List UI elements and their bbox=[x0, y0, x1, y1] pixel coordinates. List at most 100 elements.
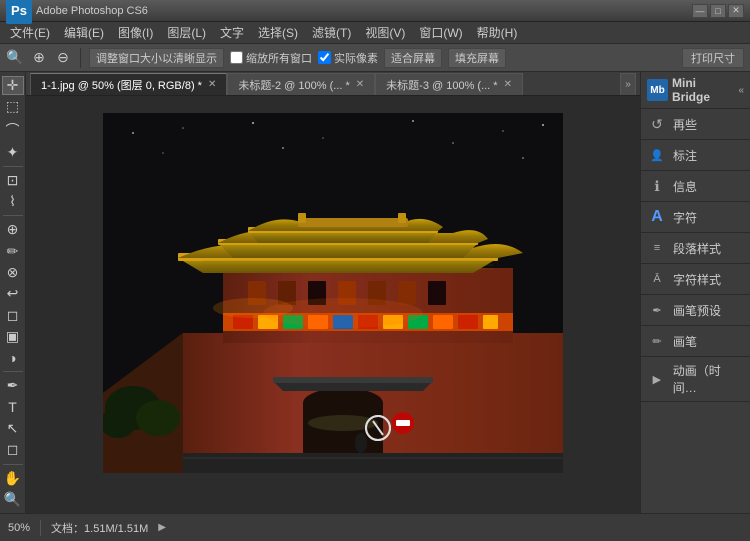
close-button[interactable]: ✕ bbox=[728, 4, 744, 18]
path-select[interactable]: ↖ bbox=[2, 419, 24, 438]
paragraph-style-icon: ≡ bbox=[647, 238, 667, 258]
zoom-level: 50% bbox=[8, 522, 30, 534]
mini-bridge-title: Mini Bridge bbox=[672, 76, 734, 104]
marquee-tool[interactable]: ⬚ bbox=[2, 97, 24, 116]
section-brush-presets[interactable]: ✒ 画笔预设 bbox=[641, 295, 750, 326]
eraser-tool[interactable]: ◻ bbox=[2, 306, 24, 325]
section-paragraph-style[interactable]: ≡ 段落样式 bbox=[641, 233, 750, 264]
info-icon: ℹ bbox=[647, 176, 667, 196]
mini-bridge-icon: Mb bbox=[647, 79, 668, 101]
character-label: 字符 bbox=[673, 209, 697, 226]
eyedropper-tool[interactable]: ⌇ bbox=[2, 192, 24, 211]
fill-screen-button[interactable]: 填充屏幕 bbox=[448, 48, 506, 68]
tab-2[interactable]: 未标题-2 @ 100% (... * ✕ bbox=[227, 73, 375, 95]
brush-presets-icon: ✒ bbox=[647, 300, 667, 320]
maximize-button[interactable]: □ bbox=[710, 4, 726, 18]
tab-3-label: 未标题-3 @ 100% (... * bbox=[386, 77, 497, 93]
main-image bbox=[103, 113, 563, 473]
character-style-icon: Ā bbox=[647, 269, 667, 289]
title-bar-title: Adobe Photoshop CS6 bbox=[36, 5, 148, 17]
healing-tool[interactable]: ⊕ bbox=[2, 220, 24, 239]
panel-collapse-button[interactable]: « bbox=[738, 85, 744, 96]
scrubby-zoom-checkbox[interactable] bbox=[318, 51, 331, 64]
menu-item-5[interactable]: 选择(S) bbox=[252, 22, 304, 43]
magic-wand-tool[interactable]: ✦ bbox=[2, 143, 24, 162]
right-panel-mini-bridge-header: Mb Mini Bridge « bbox=[641, 72, 750, 109]
section-brush[interactable]: ✏ 画笔 bbox=[641, 326, 750, 357]
tab-1-close[interactable]: ✕ bbox=[208, 79, 216, 90]
section-info[interactable]: ℹ 信息 bbox=[641, 171, 750, 202]
animation-icon: ▶ bbox=[647, 369, 667, 389]
section-character[interactable]: A 字符 bbox=[641, 202, 750, 233]
clone-tool[interactable]: ⊗ bbox=[2, 263, 24, 282]
opt-separator-1 bbox=[80, 48, 81, 68]
info-label: 信息 bbox=[673, 178, 697, 195]
tool-separator-1 bbox=[3, 166, 23, 167]
shape-tool[interactable]: ◻ bbox=[2, 440, 24, 459]
zoom-in-icon[interactable]: ⊕ bbox=[30, 49, 48, 67]
section-character-style[interactable]: Ā 字符样式 bbox=[641, 264, 750, 295]
print-size-button[interactable]: 打印尺寸 bbox=[682, 48, 744, 68]
tab-collapse-button[interactable]: » bbox=[620, 73, 636, 95]
left-toolbar: ✛ ⬚ ⌒ ✦ ⊡ ⌇ ⊕ ✏ ⊗ ↩ ◻ ▣ ◑ ✒ T ↖ ◻ ✋ 🔍 bbox=[0, 72, 26, 513]
actual-pixels-button[interactable]: 适合屏幕 bbox=[384, 48, 442, 68]
menu-item-3[interactable]: 图层(L) bbox=[161, 22, 212, 43]
doc-size: 文档：1.51M/1.51M bbox=[51, 520, 148, 536]
gradient-tool[interactable]: ▣ bbox=[2, 327, 24, 346]
history-brush[interactable]: ↩ bbox=[2, 284, 24, 303]
annotation-label: 标注 bbox=[673, 147, 697, 164]
canvas-area: 1-1.jpg @ 50% (图层 0, RGB/8) * ✕ 未标题-2 @ … bbox=[26, 72, 640, 513]
options-bar: 🔍 ⊕ ⊖ 调整窗口大小以清晰显示 缩放所有窗口 实际像素 适合屏幕 填充屏幕 … bbox=[0, 44, 750, 72]
tab-1[interactable]: 1-1.jpg @ 50% (图层 0, RGB/8) * ✕ bbox=[30, 73, 227, 95]
brush-icon: ✏ bbox=[647, 331, 667, 351]
scrubby-zoom-label[interactable]: 实际像素 bbox=[318, 50, 378, 66]
brush-tool[interactable]: ✏ bbox=[2, 242, 24, 261]
minimize-button[interactable]: — bbox=[692, 4, 708, 18]
menu-item-8[interactable]: 窗口(W) bbox=[413, 22, 468, 43]
crop-tool[interactable]: ⊡ bbox=[2, 171, 24, 190]
dodge-tool[interactable]: ◑ bbox=[2, 348, 24, 367]
zoom-all-windows-checkbox[interactable] bbox=[230, 51, 243, 64]
title-bar-left: Ps Adobe Photoshop CS6 bbox=[6, 0, 148, 24]
section-annotation[interactable]: 👤 标注 bbox=[641, 140, 750, 171]
tab-2-close[interactable]: ✕ bbox=[356, 79, 364, 90]
image-container bbox=[103, 113, 563, 473]
zoom-out-icon[interactable]: ⊖ bbox=[54, 49, 72, 67]
menu-item-4[interactable]: 文字 bbox=[214, 22, 250, 43]
character-style-label: 字符样式 bbox=[673, 271, 721, 288]
brush-presets-label: 画笔预设 bbox=[673, 302, 721, 319]
title-bar: Ps Adobe Photoshop CS6 — □ ✕ bbox=[0, 0, 750, 22]
menu-item-6[interactable]: 滤镜(T) bbox=[306, 22, 357, 43]
tab-bar: 1-1.jpg @ 50% (图层 0, RGB/8) * ✕ 未标题-2 @ … bbox=[26, 72, 640, 96]
ps-logo: Ps bbox=[6, 0, 32, 24]
zoom-tool[interactable]: 🔍 bbox=[2, 490, 24, 509]
zoom-all-windows-label[interactable]: 缩放所有窗口 bbox=[230, 50, 312, 66]
zoom-icon[interactable]: 🔍 bbox=[6, 49, 24, 67]
right-panel: Mb Mini Bridge « ↺ 再些 👤 标注 ℹ 信息 A 字符 ≡ 段… bbox=[640, 72, 750, 513]
tool-separator-2 bbox=[3, 215, 23, 216]
pen-tool[interactable]: ✒ bbox=[2, 376, 24, 395]
section-refresh[interactable]: ↺ 再些 bbox=[641, 109, 750, 140]
character-icon: A bbox=[647, 207, 667, 227]
annotation-icon: 👤 bbox=[647, 145, 667, 165]
menu-bar: 文件(E)编辑(E)图像(I)图层(L)文字选择(S)滤镜(T)视图(V)窗口(… bbox=[0, 22, 750, 44]
lasso-tool[interactable]: ⌒ bbox=[2, 119, 24, 141]
status-arrow[interactable]: ▶ bbox=[158, 522, 166, 533]
tab-3-close[interactable]: ✕ bbox=[504, 79, 512, 90]
hand-tool[interactable]: ✋ bbox=[2, 468, 24, 487]
menu-item-1[interactable]: 编辑(E) bbox=[58, 22, 110, 43]
fit-window-button[interactable]: 调整窗口大小以清晰显示 bbox=[89, 48, 224, 68]
move-tool[interactable]: ✛ bbox=[2, 76, 24, 95]
tab-2-label: 未标题-2 @ 100% (... * bbox=[238, 77, 349, 93]
menu-item-7[interactable]: 视图(V) bbox=[359, 22, 411, 43]
main-area: ✛ ⬚ ⌒ ✦ ⊡ ⌇ ⊕ ✏ ⊗ ↩ ◻ ▣ ◑ ✒ T ↖ ◻ ✋ 🔍 1-… bbox=[0, 72, 750, 513]
section-animation[interactable]: ▶ 动画（时间… bbox=[641, 357, 750, 402]
menu-item-2[interactable]: 图像(I) bbox=[112, 22, 159, 43]
menu-item-9[interactable]: 帮助(H) bbox=[471, 22, 524, 43]
tool-separator-3 bbox=[3, 371, 23, 372]
animation-label: 动画（时间… bbox=[673, 362, 744, 396]
menu-item-0[interactable]: 文件(E) bbox=[4, 22, 56, 43]
paragraph-style-label: 段落样式 bbox=[673, 240, 721, 257]
tab-3[interactable]: 未标题-3 @ 100% (... * ✕ bbox=[375, 73, 523, 95]
type-tool[interactable]: T bbox=[2, 398, 24, 417]
